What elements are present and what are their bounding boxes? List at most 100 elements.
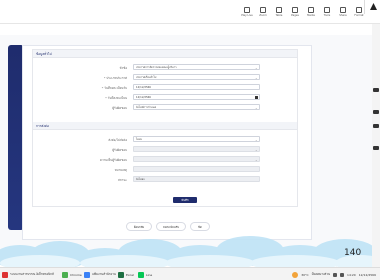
field-label: * วันที่ลงทะเบียนรับ (101, 85, 127, 90)
weather-desc: มีแดดบางส่วน (311, 272, 331, 276)
section-title: การส่งต่อ (36, 124, 49, 128)
register-date-field[interactable]: 12/12/2566 (133, 94, 260, 100)
thumbnail[interactable] (373, 146, 379, 150)
opinion-select: ⌄ (133, 156, 260, 162)
chevron-down-icon: ⌄ (254, 66, 258, 70)
field-value: 12/12/2566 (136, 86, 151, 90)
taskbar-app-document[interactable]: ระบบงานสารบรรณ อิเล็กทรอนิกส์ (2, 270, 54, 279)
cloud-decoration (0, 236, 372, 267)
tools-icon (324, 7, 330, 13)
thumbnail[interactable] (373, 124, 379, 128)
chevron-down-icon: ⌄ (254, 76, 258, 80)
chevron-down-icon: ⌄ (254, 138, 258, 142)
field-label: หมายเหตุ (114, 167, 127, 172)
received-date-field[interactable]: 12/12/2566 (133, 84, 260, 90)
section-title: ข้อมูลทั่วไป (36, 52, 52, 56)
toolbar-pages-button[interactable]: Pages (288, 7, 302, 21)
toolbar-label: Pages (291, 14, 299, 17)
right-thumbnail-strip (372, 24, 380, 270)
slide-canvas: ข้อมูลทั่วไป หัวข้อ ประกาศการจัดการสอบคณ… (0, 35, 372, 260)
owner-select[interactable]: ยังไม่มีการกำหนด ⌄ (133, 104, 260, 110)
back-button[interactable]: ย้อนกลับ (126, 222, 152, 231)
taskbar-label: Line (146, 272, 153, 277)
line-icon (138, 271, 144, 278)
system-tray: 30°C มีแดดบางส่วน 14:20 12/12/2566 (292, 270, 376, 279)
toolbar-share-button[interactable]: Share (336, 7, 350, 21)
form-row-register-date: * วันที่ลงทะเบียน 12/12/2566 (33, 94, 297, 101)
toolbar-label: Play Live (241, 14, 253, 17)
chevron-down-icon: ⌄ (254, 148, 258, 152)
toolbar-media-button[interactable]: Media (304, 7, 318, 21)
field-value: ประกาศเรื่องทั่วไป (136, 76, 157, 80)
field-label: สถานะ (118, 177, 127, 182)
taskbar-label: ระบบงานสารบรรณ อิเล็กทรอนิกส์ (10, 272, 54, 276)
taskbar-label: Chrome (70, 272, 82, 277)
form-row-opinion: ความเห็นผู้รับผิดชอบ ⌄ (33, 156, 297, 163)
taskbar-app-line[interactable]: Line (138, 270, 152, 279)
app-toolbar: Play Live Zoom Table Pages Media Tools S… (0, 0, 380, 24)
pages-icon (292, 7, 298, 13)
slide-content-panel: ข้อมูลทั่วไป หัวข้อ ประกาศการจัดการสอบคณ… (22, 45, 312, 240)
weather-temp: 30°C (301, 272, 309, 277)
volume-icon[interactable] (340, 272, 345, 277)
form-row-subject: หัวข้อ ประกาศการจัดการสอบคณะผู้บริหาร ⌄ (33, 64, 297, 71)
toolbar-label: Format (354, 14, 364, 17)
taskbar-app-chrome[interactable]: Chrome (62, 270, 82, 279)
forward-owner-select: ⌄ (133, 146, 260, 152)
toolbar-label: Table (275, 14, 283, 17)
field-label: หัวข้อ (119, 65, 127, 70)
app-logo-icon (370, 3, 377, 10)
calendar-icon[interactable] (254, 96, 258, 99)
section-header-forward: การส่งต่อ (33, 122, 297, 130)
play-icon (244, 7, 250, 13)
chevron-down-icon: ⌄ (254, 106, 258, 110)
thumbnail[interactable] (373, 110, 379, 114)
form-row-forward: ส่งต่อ/ไม่ส่งต่อ ไม่ส่ง ⌄ (33, 136, 297, 143)
toolbar-table-button[interactable]: Table (272, 7, 286, 21)
taskbar-app-excel[interactable]: Excel (118, 270, 134, 279)
subject-select[interactable]: ประกาศการจัดการสอบคณะผู้บริหาร ⌄ (133, 64, 260, 70)
corner-thumbnail[interactable] (364, 0, 380, 14)
zoom-icon (260, 7, 266, 13)
field-value: ไม่ส่ง (136, 138, 142, 142)
thumbnail[interactable] (373, 88, 379, 92)
document-app-icon (2, 271, 8, 278)
toolbar-label: Zoom (259, 14, 267, 17)
form-row-owner: ผู้รับผิดชอบ ยังไม่มีการกำหนด ⌄ (33, 104, 297, 111)
toolbar-play-live-button[interactable]: Play Live (240, 7, 254, 21)
field-label: ผู้รับผิดชอบ (112, 147, 127, 152)
toolbar-label: Share (339, 14, 347, 17)
format-icon (356, 7, 362, 13)
section-header-general: ข้อมูลทั่วไป (33, 50, 297, 58)
field-value: ยังไม่ส่ง (136, 178, 145, 182)
field-value: 12/12/2566 (136, 96, 151, 100)
close-button[interactable]: ปิด (190, 222, 210, 231)
clock-time[interactable]: 14:20 (347, 273, 356, 277)
save-button[interactable]: บันทึก (173, 197, 197, 203)
field-label: * ประเภทประกาศ (103, 75, 127, 80)
media-icon (308, 7, 314, 13)
type-select[interactable]: ประกาศเรื่องทั่วไป ⌄ (133, 74, 260, 80)
field-label: ความเห็นผู้รับผิดชอบ (99, 157, 127, 162)
field-label: ผู้รับผิดชอบ (112, 105, 127, 110)
taskbar-label: แฟ้มงานสำนักงาน (92, 272, 116, 276)
clock-date[interactable]: 12/12/2566 (359, 273, 376, 277)
register-receive-button[interactable]: ลงทะเบียนรับ (156, 222, 186, 231)
form-row-forward-owner: ผู้รับผิดชอบ ⌄ (33, 146, 297, 153)
page-number: 140 (344, 248, 362, 258)
excel-icon (118, 271, 124, 278)
folder-icon (84, 271, 90, 278)
taskbar-app-office[interactable]: แฟ้มงานสำนักงาน (84, 270, 116, 279)
weather-icon[interactable] (292, 271, 299, 278)
toolbar-zoom-button[interactable]: Zoom (256, 7, 270, 21)
taskbar: ระบบงานสารบรรณ อิเล็กทรอนิกส์ Chrome แฟ้… (0, 267, 380, 280)
network-icon[interactable] (333, 272, 338, 277)
field-value: ยังไม่มีการกำหนด (136, 106, 157, 110)
toolbar-tools-button[interactable]: Tools (320, 7, 334, 21)
note-field (133, 166, 260, 172)
toolbar-label: Tools (323, 14, 331, 17)
forward-select[interactable]: ไม่ส่ง ⌄ (133, 136, 260, 142)
field-label: * วันที่ลงทะเบียน (105, 95, 127, 100)
field-label: ส่งต่อ/ไม่ส่งต่อ (108, 137, 127, 142)
status-field: ยังไม่ส่ง (133, 176, 260, 182)
